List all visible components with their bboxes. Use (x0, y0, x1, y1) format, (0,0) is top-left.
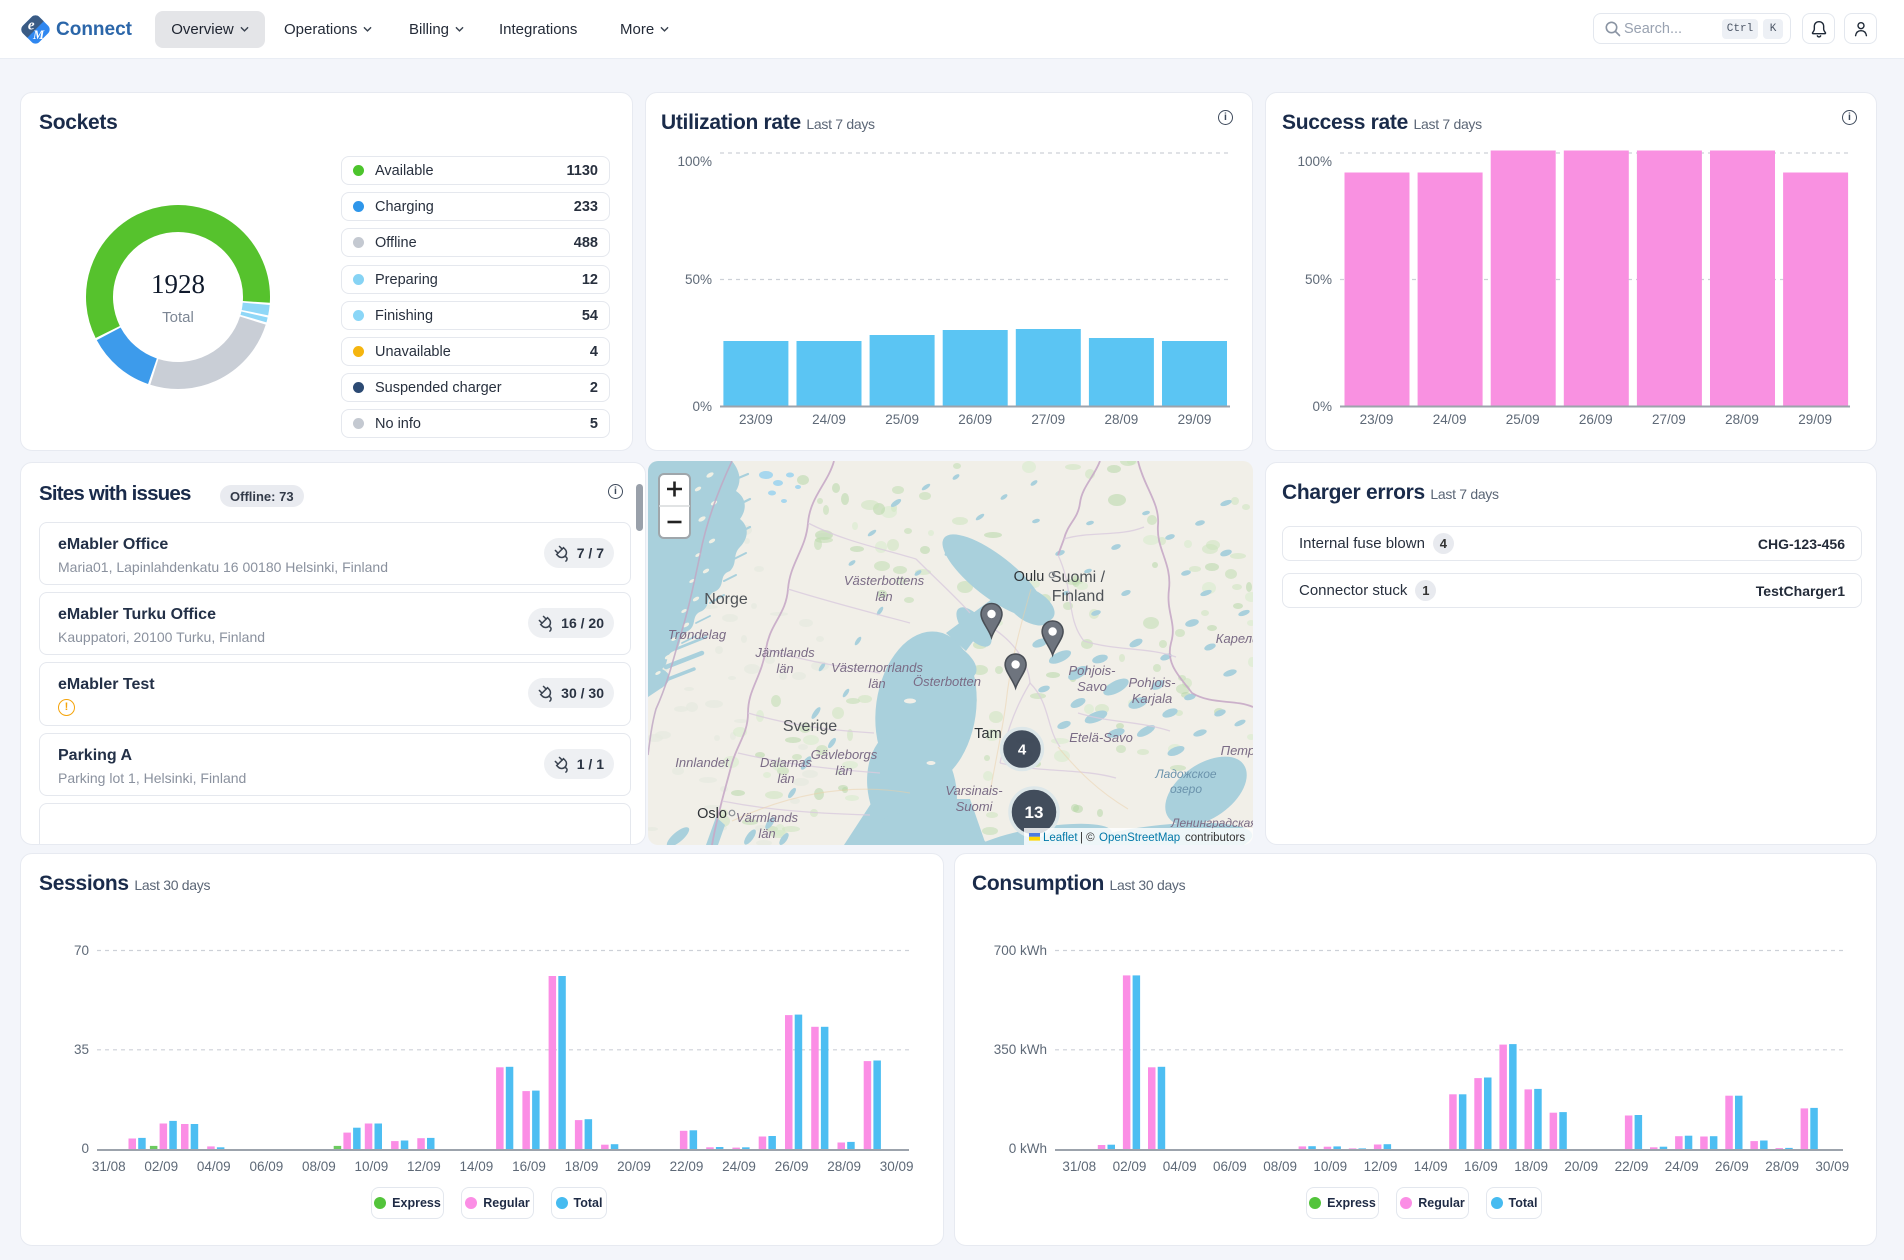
svg-text:08/09: 08/09 (302, 1159, 336, 1174)
svg-text:04/09: 04/09 (197, 1159, 231, 1174)
svg-text:24/09: 24/09 (812, 412, 846, 427)
svg-text:län: län (776, 661, 793, 676)
svg-text:26/09: 26/09 (1715, 1159, 1749, 1174)
svg-text:Suomi /: Suomi / (1051, 569, 1106, 586)
svg-text:län: län (777, 771, 794, 786)
svg-text:M: M (32, 28, 45, 42)
svg-text:16/09: 16/09 (512, 1159, 546, 1174)
svg-text:28/09: 28/09 (1725, 412, 1759, 427)
svg-text:50%: 50% (685, 272, 712, 287)
svg-text:Ладожское: Ладожское (1154, 767, 1217, 781)
svg-text:70: 70 (74, 943, 89, 958)
svg-text:län: län (868, 676, 885, 691)
svg-text:Österbotten: Österbotten (913, 674, 981, 689)
svg-text:Trøndelag: Trøndelag (668, 627, 727, 642)
svg-text:26/09: 26/09 (958, 412, 992, 427)
svg-text:Sverige: Sverige (783, 718, 837, 735)
svg-text:24/09: 24/09 (1665, 1159, 1699, 1174)
svg-text:100%: 100% (1297, 154, 1332, 169)
svg-text:Jämtlands: Jämtlands (754, 645, 815, 660)
svg-text:20/09: 20/09 (617, 1159, 651, 1174)
svg-text:contributors: contributors (1185, 832, 1245, 844)
svg-text:18/09: 18/09 (565, 1159, 599, 1174)
svg-text:16/09: 16/09 (1464, 1159, 1498, 1174)
svg-text:Värmlands: Värmlands (736, 810, 799, 825)
svg-text:10/09: 10/09 (1313, 1159, 1347, 1174)
svg-text:28/09: 28/09 (1105, 412, 1139, 427)
svg-text:Karjala: Karjala (1132, 691, 1172, 706)
svg-text:30/09: 30/09 (880, 1159, 914, 1174)
svg-text:0 kWh: 0 kWh (1009, 1141, 1047, 1156)
svg-text:27/09: 27/09 (1031, 412, 1065, 427)
svg-text:18/09: 18/09 (1514, 1159, 1548, 1174)
svg-text:100%: 100% (677, 154, 712, 169)
svg-text:Leaflet: Leaflet (1043, 832, 1078, 844)
svg-text:25/09: 25/09 (1506, 412, 1540, 427)
svg-text:04/09: 04/09 (1163, 1159, 1197, 1174)
svg-text:12/09: 12/09 (1364, 1159, 1398, 1174)
svg-text:Oulu: Oulu (1014, 569, 1045, 585)
svg-text:02/09: 02/09 (1113, 1159, 1147, 1174)
svg-text:350 kWh: 350 kWh (994, 1042, 1047, 1057)
svg-text:22/09: 22/09 (1615, 1159, 1649, 1174)
svg-text:Västerbottens: Västerbottens (844, 573, 925, 588)
svg-text:Pohjois-: Pohjois- (1129, 675, 1177, 690)
svg-text:OpenStreetMap: OpenStreetMap (1099, 832, 1180, 844)
svg-text:Västernorrlands: Västernorrlands (831, 660, 923, 675)
svg-text:23/09: 23/09 (1360, 412, 1394, 427)
svg-text:24/09: 24/09 (722, 1159, 756, 1174)
svg-text:02/09: 02/09 (144, 1159, 178, 1174)
svg-text:Pohjois-: Pohjois- (1069, 663, 1117, 678)
svg-text:län: län (758, 826, 775, 841)
svg-text:Savo: Savo (1077, 679, 1107, 694)
svg-text:län: län (835, 763, 852, 778)
svg-text:35: 35 (74, 1042, 89, 1057)
svg-text:700 kWh: 700 kWh (994, 943, 1047, 958)
svg-text:26/09: 26/09 (1579, 412, 1613, 427)
svg-text:Norge: Norge (704, 591, 748, 608)
svg-text:08/09: 08/09 (1263, 1159, 1297, 1174)
svg-text:06/09: 06/09 (250, 1159, 284, 1174)
svg-text:Ленинградская: Ленинградская (1170, 816, 1253, 830)
svg-text:14/09: 14/09 (460, 1159, 494, 1174)
svg-text:28/09: 28/09 (827, 1159, 861, 1174)
svg-text:24/09: 24/09 (1433, 412, 1467, 427)
svg-text:озеро: озеро (1170, 782, 1202, 796)
svg-text:0%: 0% (692, 399, 712, 414)
svg-text:Dalarnas: Dalarnas (760, 755, 813, 770)
svg-text:Finland: Finland (1052, 588, 1104, 605)
svg-text:12/09: 12/09 (407, 1159, 441, 1174)
svg-text:27/09: 27/09 (1652, 412, 1686, 427)
svg-text:Etelä-Savo: Etelä-Savo (1069, 730, 1133, 745)
svg-text:| ©: | © (1080, 832, 1095, 844)
svg-text:50%: 50% (1305, 272, 1332, 287)
svg-text:25/09: 25/09 (885, 412, 919, 427)
svg-text:22/09: 22/09 (670, 1159, 704, 1174)
svg-text:31/08: 31/08 (1062, 1159, 1096, 1174)
svg-text:10/09: 10/09 (355, 1159, 389, 1174)
svg-text:14/09: 14/09 (1414, 1159, 1448, 1174)
svg-text:30/09: 30/09 (1815, 1159, 1849, 1174)
svg-text:Varsinais-: Varsinais- (945, 783, 1003, 798)
svg-text:Innlandet: Innlandet (675, 755, 730, 770)
svg-text:Петроза: Петроза (1221, 743, 1253, 758)
svg-text:31/08: 31/08 (92, 1159, 126, 1174)
svg-text:Карелия: Карелия (1216, 631, 1253, 646)
svg-text:Tam: Tam (974, 726, 1001, 742)
svg-text:20/09: 20/09 (1564, 1159, 1598, 1174)
svg-text:26/09: 26/09 (775, 1159, 809, 1174)
svg-text:28/09: 28/09 (1765, 1159, 1799, 1174)
svg-text:län: län (875, 589, 892, 604)
svg-text:Oslo: Oslo (697, 806, 727, 822)
svg-text:0: 0 (81, 1141, 89, 1156)
svg-text:Gävleborgs: Gävleborgs (811, 747, 878, 762)
svg-text:23/09: 23/09 (739, 412, 773, 427)
svg-text:13: 13 (1025, 803, 1044, 822)
svg-text:0%: 0% (1312, 399, 1332, 414)
svg-text:29/09: 29/09 (1178, 412, 1212, 427)
svg-text:06/09: 06/09 (1213, 1159, 1247, 1174)
svg-text:4: 4 (1018, 741, 1027, 758)
svg-text:29/09: 29/09 (1798, 412, 1832, 427)
svg-text:Suomi: Suomi (956, 799, 994, 814)
